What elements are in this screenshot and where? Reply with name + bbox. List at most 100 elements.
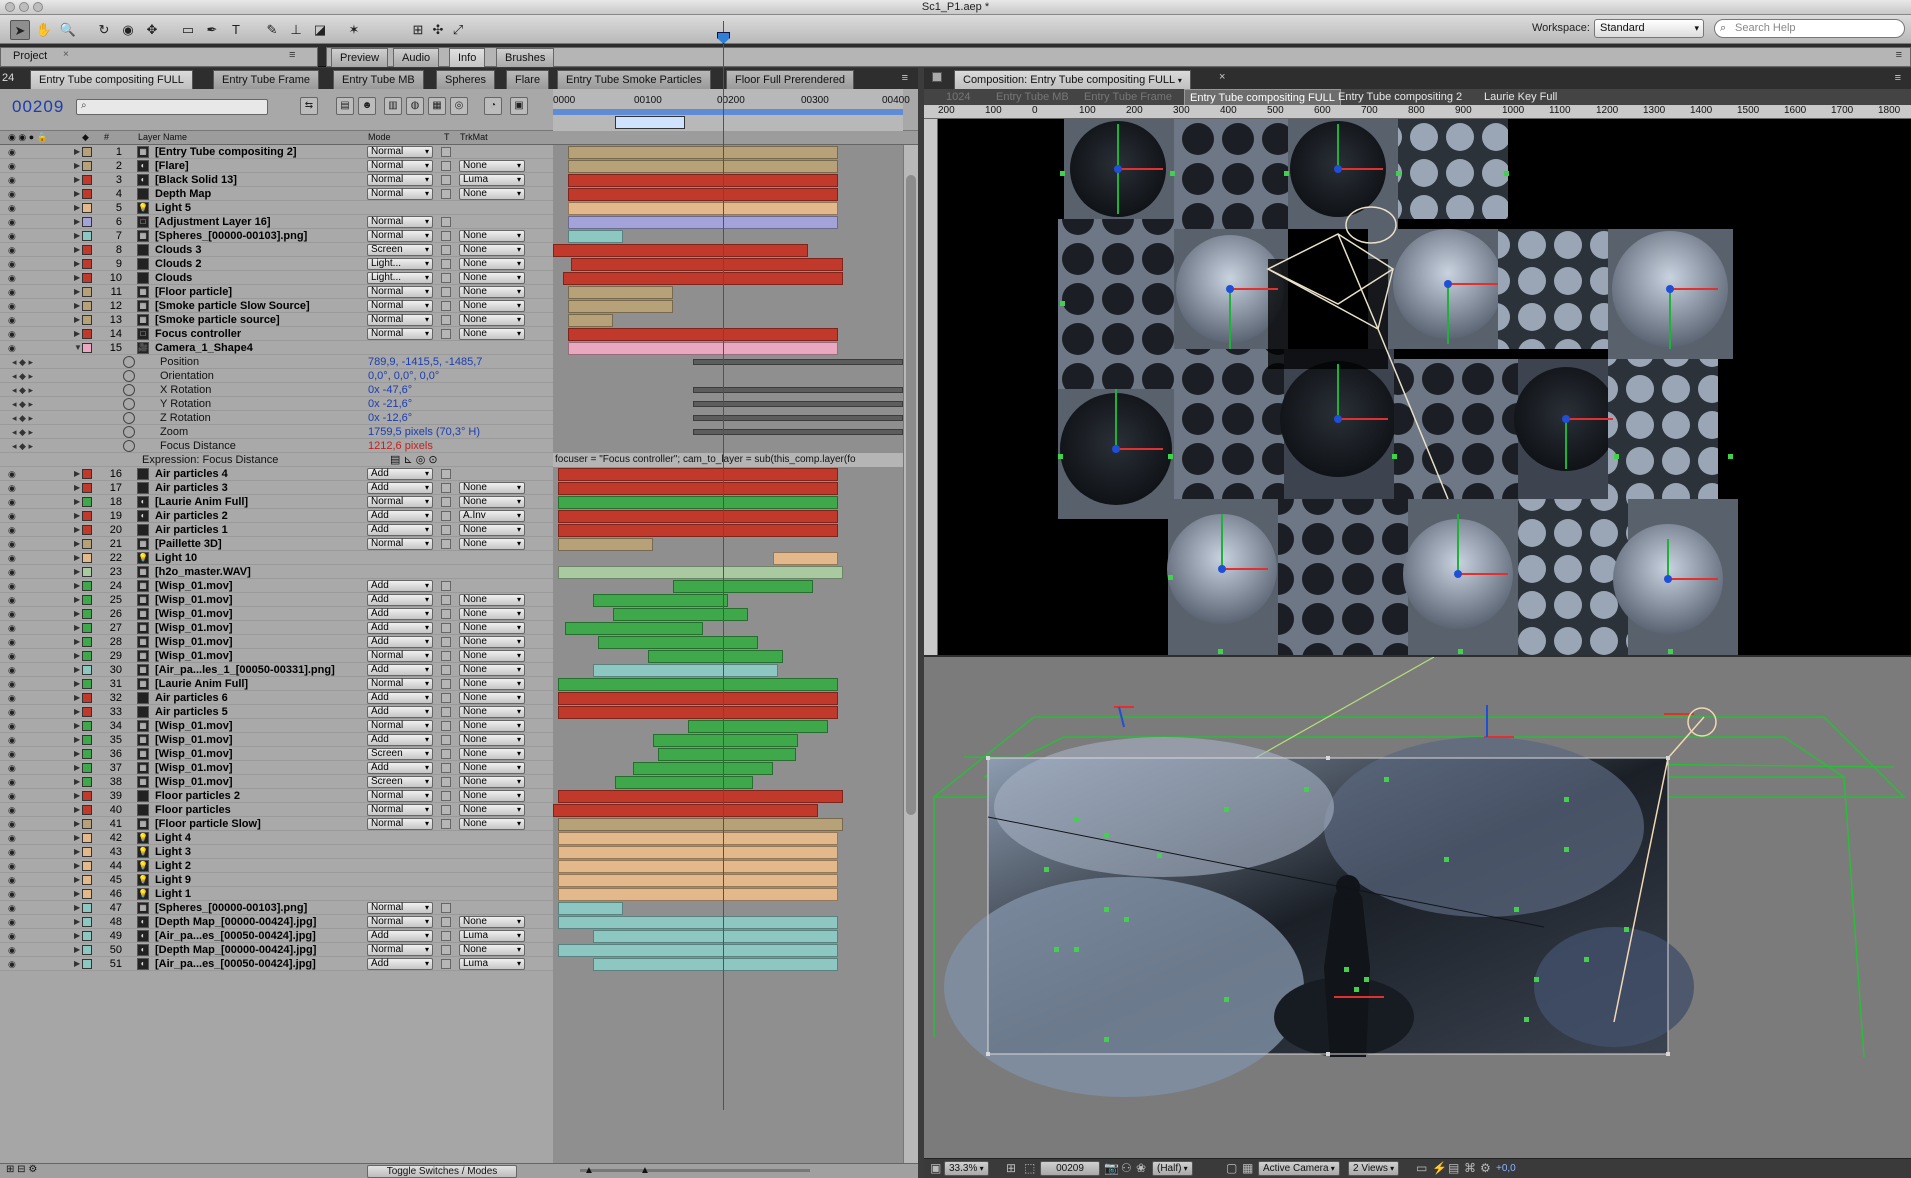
- preserve-transparency-checkbox[interactable]: [441, 707, 451, 717]
- blend-mode-select[interactable]: Add: [367, 524, 433, 536]
- stopwatch-icon[interactable]: [123, 398, 135, 410]
- layer-name[interactable]: [Spheres_[00000-00103].png]: [155, 229, 360, 243]
- layer-row[interactable]: ◉ ▶ 10 Clouds Light... None: [0, 271, 553, 285]
- blend-mode-select[interactable]: Add: [367, 594, 433, 606]
- expand-triangle-icon[interactable]: ▶: [74, 607, 80, 621]
- track-matte-select[interactable]: None: [459, 916, 525, 928]
- layer-duration-bar[interactable]: [558, 678, 838, 691]
- tab-entry-tube-mb[interactable]: Entry Tube MB: [333, 70, 424, 89]
- expand-triangle-icon[interactable]: ▶: [74, 229, 80, 243]
- preserve-transparency-checkbox[interactable]: [441, 931, 451, 941]
- expand-triangle-icon[interactable]: ▶: [74, 859, 80, 873]
- layer-name[interactable]: [h2o_master.WAV]: [155, 565, 360, 579]
- video-visibility-icon[interactable]: ◉: [8, 929, 16, 943]
- layer-name[interactable]: Light 1: [155, 887, 360, 901]
- layer-row[interactable]: ◉ ▶ 27 ▦ [Wisp_01.mov] Add None: [0, 621, 553, 635]
- preserve-transparency-checkbox[interactable]: [441, 903, 451, 913]
- video-visibility-icon[interactable]: ◉: [8, 803, 16, 817]
- layer-name[interactable]: [Wisp_01.mov]: [155, 579, 360, 593]
- brush-tool-icon[interactable]: ✎: [262, 20, 282, 40]
- label-color-swatch[interactable]: [82, 245, 92, 255]
- label-color-swatch[interactable]: [82, 735, 92, 745]
- property-track[interactable]: [693, 401, 903, 407]
- preserve-transparency-checkbox[interactable]: [441, 581, 451, 591]
- pen-tool-icon[interactable]: ✒: [202, 20, 222, 40]
- layer-name[interactable]: Light 5: [155, 201, 360, 215]
- layer-row[interactable]: ◉ ▶ 2 ◐ [Flare] Normal None: [0, 159, 553, 173]
- layer-row[interactable]: ◉ ▶ 24 ▦ [Wisp_01.mov] Add: [0, 579, 553, 593]
- layer-name[interactable]: [Black Solid 13]: [155, 173, 360, 187]
- label-color-swatch[interactable]: [82, 665, 92, 675]
- video-visibility-icon[interactable]: ◉: [8, 201, 16, 215]
- layer-duration-bar[interactable]: [568, 328, 838, 341]
- resolution-select[interactable]: (Half): [1152, 1161, 1193, 1176]
- video-visibility-icon[interactable]: ◉: [8, 257, 16, 271]
- zoom-in-icon[interactable]: ▲: [640, 1165, 650, 1176]
- layer-duration-bar[interactable]: [593, 594, 728, 607]
- preserve-transparency-checkbox[interactable]: [441, 161, 451, 171]
- label-color-swatch[interactable]: [82, 595, 92, 605]
- layer-row[interactable]: ◉ ▶ 26 ▦ [Wisp_01.mov] Add None: [0, 607, 553, 621]
- track-matte-select[interactable]: None: [459, 762, 525, 774]
- video-visibility-icon[interactable]: ◉: [8, 285, 16, 299]
- layer-duration-bar[interactable]: [558, 482, 838, 495]
- blend-mode-select[interactable]: Add: [367, 468, 433, 480]
- magnification-select[interactable]: 33.3%: [944, 1161, 989, 1176]
- layer-name[interactable]: [Wisp_01.mov]: [155, 649, 360, 663]
- layer-duration-bar[interactable]: [558, 860, 838, 873]
- track-matte-select[interactable]: None: [459, 636, 525, 648]
- layer-name[interactable]: [Paillette 3D]: [155, 537, 360, 551]
- layer-duration-bar[interactable]: [568, 314, 613, 327]
- layer-duration-bar[interactable]: [571, 258, 843, 271]
- panel-menu-icon[interactable]: ≡: [902, 72, 908, 84]
- layer-name[interactable]: [Wisp_01.mov]: [155, 761, 360, 775]
- selection-tool-icon[interactable]: ➤: [10, 20, 30, 40]
- layer-row[interactable]: ◉ ▶ 6 □ [Adjustment Layer 16] Normal: [0, 215, 553, 229]
- video-visibility-icon[interactable]: ◉: [8, 509, 16, 523]
- property-row[interactable]: ◂ ◆ ▸ Z Rotation 0x -12,6°: [0, 411, 553, 425]
- expand-triangle-icon[interactable]: ▶: [74, 621, 80, 635]
- label-color-swatch[interactable]: [82, 231, 92, 241]
- track-matte-select[interactable]: None: [459, 272, 525, 284]
- video-visibility-icon[interactable]: ◉: [8, 719, 16, 733]
- track-matte-select[interactable]: A.Inv: [459, 510, 525, 522]
- blend-mode-select[interactable]: Normal: [367, 818, 433, 830]
- layer-duration-bar[interactable]: [558, 706, 838, 719]
- tab-entry-tube-smoke-particles[interactable]: Entry Tube Smoke Particles: [557, 70, 711, 89]
- layer-bars-area[interactable]: focuser = "Focus controller"; cam_to_lay…: [553, 145, 903, 1163]
- layer-name[interactable]: [Floor particle]: [155, 285, 360, 299]
- layer-row[interactable]: ◉ ▶ 44 💡 Light 2: [0, 859, 553, 873]
- blend-mode-select[interactable]: Normal: [367, 650, 433, 662]
- layer-name[interactable]: Camera_1_Shape4: [155, 341, 360, 355]
- label-color-swatch[interactable]: [82, 861, 92, 871]
- layer-row[interactable]: ◉ ▶ 46 💡 Light 1: [0, 887, 553, 901]
- preserve-transparency-checkbox[interactable]: [441, 539, 451, 549]
- preserve-transparency-checkbox[interactable]: [441, 791, 451, 801]
- preserve-transparency-checkbox[interactable]: [441, 595, 451, 605]
- breadcrumb-item[interactable]: 1024: [946, 89, 970, 105]
- tab-flare[interactable]: Flare: [506, 70, 550, 89]
- layer-name[interactable]: Air particles 6: [155, 691, 360, 705]
- layer-switches-icon[interactable]: ⊞ ⊟ ⚙: [6, 1164, 37, 1175]
- blend-mode-select[interactable]: Add: [367, 930, 433, 942]
- expand-triangle-icon[interactable]: ▶: [74, 495, 80, 509]
- layer-name[interactable]: [Entry Tube compositing 2]: [155, 145, 360, 159]
- video-visibility-icon[interactable]: ◉: [8, 187, 16, 201]
- expand-triangle-icon[interactable]: ▶: [74, 565, 80, 579]
- track-matte-select[interactable]: None: [459, 818, 525, 830]
- track-matte-select[interactable]: None: [459, 622, 525, 634]
- preserve-transparency-checkbox[interactable]: [441, 819, 451, 829]
- blend-mode-select[interactable]: Screen: [367, 244, 433, 256]
- video-visibility-icon[interactable]: ◉: [8, 635, 16, 649]
- preserve-transparency-checkbox[interactable]: [441, 609, 451, 619]
- layer-name[interactable]: [Spheres_[00000-00103].png]: [155, 901, 360, 915]
- mask-visibility-icon[interactable]: ⬚: [1024, 1161, 1035, 1175]
- layer-name[interactable]: [Wisp_01.mov]: [155, 593, 360, 607]
- layer-row[interactable]: ◉ ▶ 45 💡 Light 9: [0, 873, 553, 887]
- layer-name[interactable]: [Smoke particle Slow Source]: [155, 299, 360, 313]
- layer-row[interactable]: ◉ ▶ 32 Air particles 6 Add None: [0, 691, 553, 705]
- exposure-value[interactable]: +0,0: [1496, 1163, 1516, 1174]
- video-visibility-icon[interactable]: ◉: [8, 327, 16, 341]
- layer-name[interactable]: [Wisp_01.mov]: [155, 635, 360, 649]
- video-visibility-icon[interactable]: ◉: [8, 523, 16, 537]
